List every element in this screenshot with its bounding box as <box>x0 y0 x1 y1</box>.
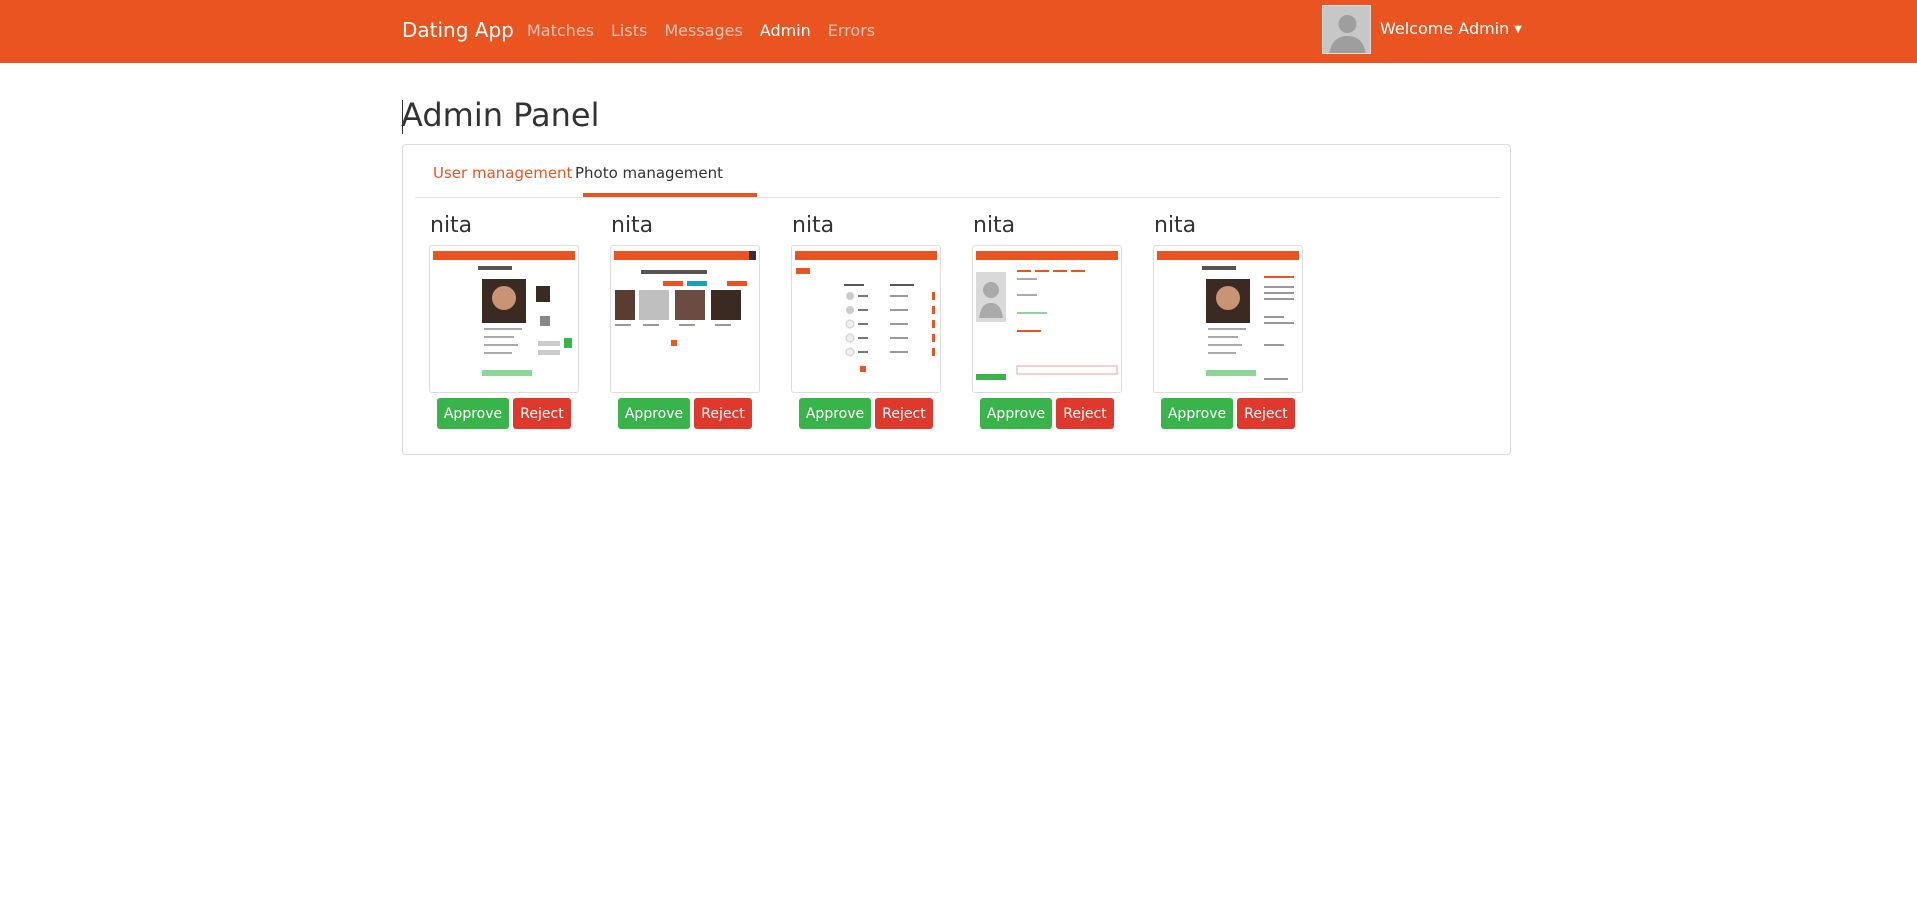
reject-button[interactable]: Reject <box>1237 398 1295 429</box>
page-title: Admin Panel <box>401 96 600 134</box>
tab-photo-management[interactable]: Photo management <box>575 164 723 182</box>
reject-button[interactable]: Reject <box>1056 398 1114 429</box>
nav-link-errors[interactable]: Errors <box>828 21 875 40</box>
chat-screenshot-image <box>976 251 1118 380</box>
avatar <box>1322 5 1371 54</box>
photo-thumbnail[interactable] <box>429 245 579 393</box>
reject-button[interactable]: Reject <box>513 398 571 429</box>
photo-owner-name: nita <box>792 213 835 238</box>
photo-owner-name: nita <box>611 213 654 238</box>
navbar: Dating App Matches Lists Messages Admin … <box>0 0 1917 63</box>
photo-card: nita Approve Reject <box>1153 213 1303 429</box>
reject-button[interactable]: Reject <box>875 398 933 429</box>
nav-links: Matches Lists Messages Admin Errors <box>527 21 892 40</box>
photo-owner-name: nita <box>430 213 473 238</box>
approve-button[interactable]: Approve <box>1161 398 1233 429</box>
nav-link-matches[interactable]: Matches <box>527 21 594 40</box>
approve-button[interactable]: Approve <box>980 398 1052 429</box>
photo-thumbnail[interactable] <box>610 245 760 393</box>
tab-user-management[interactable]: User management <box>433 164 572 182</box>
photo-owner-name: nita <box>973 213 1016 238</box>
approve-button[interactable]: Approve <box>618 398 690 429</box>
profile-screenshot-image <box>1157 251 1299 380</box>
profile-screenshot-image <box>433 251 575 376</box>
active-tab-indicator <box>583 193 757 197</box>
user-placeholder-icon <box>1323 6 1370 53</box>
approve-button[interactable]: Approve <box>437 398 509 429</box>
photo-thumbnail[interactable] <box>972 245 1122 393</box>
messages-screenshot-image <box>795 251 937 372</box>
tab-bar: User management Photo management <box>415 145 1500 198</box>
welcome-text: Welcome Admin <box>1380 19 1510 38</box>
nav-link-admin[interactable]: Admin <box>760 21 811 40</box>
user-dropdown-toggle[interactable]: Welcome Admin ▼ <box>1380 19 1522 38</box>
photo-owner-name: nita <box>1154 213 1197 238</box>
photo-thumbnail[interactable] <box>791 245 941 393</box>
brand-link[interactable]: Dating App <box>402 18 514 42</box>
photo-card: nita Approve Reject <box>972 213 1122 429</box>
nav-link-messages[interactable]: Messages <box>664 21 742 40</box>
nav-link-lists[interactable]: Lists <box>611 21 647 40</box>
admin-panel: User management Photo management nita Ap… <box>402 144 1511 455</box>
matches-screenshot-image <box>614 251 756 346</box>
approve-button[interactable]: Approve <box>799 398 871 429</box>
photo-card: nita Approve Reject <box>610 213 760 429</box>
photo-card: nita Approve Reject <box>791 213 941 429</box>
caret-down-icon: ▼ <box>1514 24 1522 35</box>
reject-button[interactable]: Reject <box>694 398 752 429</box>
photo-card: nita Approve Reject <box>429 213 579 429</box>
photo-thumbnail[interactable] <box>1153 245 1303 393</box>
